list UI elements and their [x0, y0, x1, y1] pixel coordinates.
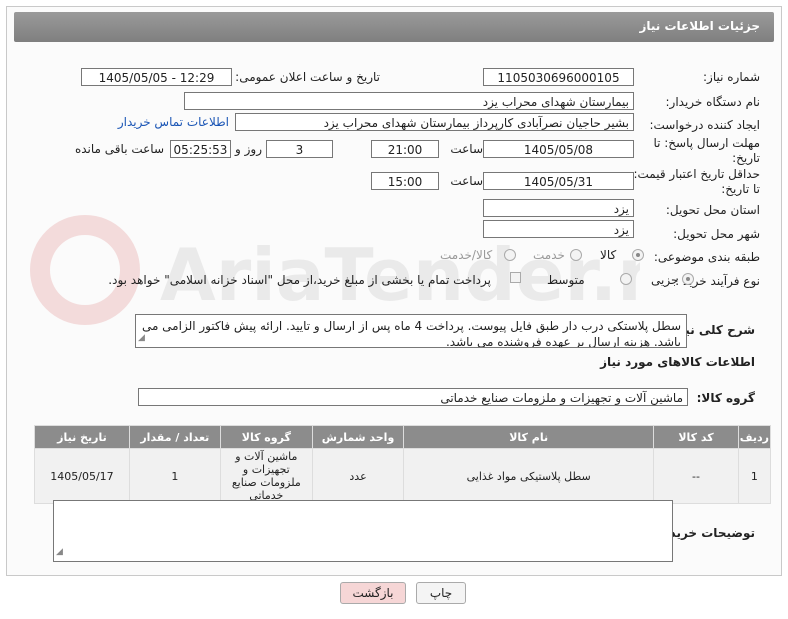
category-label: طبقه بندی موضوعی: — [653, 250, 760, 264]
col-unit: واحد شمارش — [311, 425, 405, 449]
requester-field: بشیر حاجیان نصرآبادی کارپرداز بیمارستان … — [235, 113, 634, 131]
price-validity-time-label: ساعت — [450, 174, 483, 188]
category-radio-goods[interactable] — [632, 249, 644, 261]
back-button[interactable]: بازگشت — [340, 582, 406, 604]
buyer-org-label: نام دستگاه خریدار: — [665, 95, 761, 109]
deadline-time-label: ساعت — [450, 142, 483, 156]
treasury-payment-note: پرداخت تمام یا بخشی از مبلغ خرید،از محل … — [108, 273, 491, 287]
items-table: ردیف کد کالا نام کالا واحد شمارش گروه کا… — [34, 425, 772, 504]
remaining-time-label: ساعت باقی مانده — [74, 142, 164, 156]
category-option-goods: کالا — [600, 248, 617, 262]
resize-handle-icon[interactable]: ◢ — [56, 544, 63, 560]
price-validity-label: حداقل تاریخ اعتبار قیمت: تا تاریخ: — [633, 167, 760, 197]
goods-info-title: اطلاعات کالاهای مورد نیاز — [600, 355, 755, 369]
col-row-number: ردیف — [737, 425, 772, 449]
description-text: سطل پلاستکی درب دار طبق فایل پیوست. پردا… — [141, 319, 681, 348]
col-quantity: تعداد / مقدار — [128, 425, 221, 449]
deadline-label: مهلت ارسال پاسخ: تا تاریخ: — [653, 136, 760, 166]
province-label: استان محل تحویل: — [665, 203, 760, 217]
province-field: یزد — [483, 199, 634, 217]
deadline-label-line2: تاریخ: — [732, 151, 760, 165]
deadline-days-label: روز و — [235, 142, 262, 156]
price-validity-date-field: 1405/05/31 — [483, 172, 634, 190]
cell-need-date: 1405/05/17 — [34, 448, 130, 504]
cell-unit: عدد — [311, 448, 405, 504]
process-radio-minor[interactable] — [682, 273, 694, 285]
description-textarea[interactable]: سطل پلاستکی درب دار طبق فایل پیوست. پردا… — [135, 314, 687, 348]
category-option-goods-service: کالا/خدمت — [440, 248, 493, 262]
price-validity-label-line2: تا تاریخ: — [721, 182, 760, 196]
price-validity-label-line1: حداقل تاریخ اعتبار قیمت: — [633, 167, 760, 181]
col-item-name: نام کالا — [403, 425, 655, 449]
buyer-notes-textarea[interactable]: ◢ — [53, 500, 673, 562]
category-radio-goods-service[interactable] — [504, 249, 516, 261]
price-validity-time-field: 15:00 — [371, 172, 439, 190]
process-option-minor: جزیی — [651, 273, 679, 287]
cell-item-name: سطل پلاستیکی مواد غذایی — [403, 448, 655, 504]
col-goods-group: گروه کالا — [219, 425, 313, 449]
treasury-payment-checkbox[interactable] — [510, 272, 521, 283]
city-label: شهر محل تحویل: — [673, 227, 760, 241]
need-number-field: 1105030696000105 — [483, 68, 634, 86]
buyer-org-field: بیمارستان شهدای محراب یزد — [184, 92, 634, 110]
cell-item-code: -- — [653, 448, 739, 504]
table-row: 1 -- سطل پلاستیکی مواد غذایی عدد ماشین آ… — [34, 448, 772, 504]
category-option-service: خدمت — [533, 248, 565, 262]
process-radio-medium[interactable] — [620, 273, 632, 285]
goods-group-field: ماشین آلات و تجهیزات و ملزومات صنایع خدم… — [138, 388, 688, 406]
goods-group-label: گروه کالا: — [696, 391, 755, 405]
buyer-contact-link[interactable]: اطلاعات تماس خریدار — [118, 115, 229, 129]
col-item-code: کد کالا — [653, 425, 739, 449]
cell-row-number: 1 — [737, 448, 772, 504]
print-button[interactable]: چاپ — [416, 582, 466, 604]
resize-handle-icon[interactable]: ◢ — [138, 330, 145, 346]
requester-label: ایجاد کننده درخواست: — [649, 118, 760, 132]
deadline-days-field: 3 — [266, 140, 333, 158]
deadline-date-field: 1405/05/08 — [483, 140, 634, 158]
process-option-medium: متوسط — [547, 273, 585, 287]
page-header: جزئیات اطلاعات نیاز — [14, 12, 774, 42]
cell-goods-group: ماشین آلات و تجهیزات و ملزومات صنایع خدم… — [219, 448, 313, 504]
col-need-date: تاریخ نیاز — [34, 425, 130, 449]
need-number-label: شماره نیاز: — [703, 70, 760, 84]
remaining-time-field: 05:25:53 — [170, 140, 231, 158]
announce-date-label: تاریخ و ساعت اعلان عمومی: — [235, 70, 380, 84]
announce-date-field: 1405/05/05 - 12:29 — [81, 68, 232, 86]
deadline-label-line1: مهلت ارسال پاسخ: تا — [653, 136, 760, 150]
cell-quantity: 1 — [128, 448, 221, 504]
deadline-time-field: 21:00 — [371, 140, 439, 158]
city-field: یزد — [483, 220, 634, 238]
category-radio-service[interactable] — [570, 249, 582, 261]
table-header-row: ردیف کد کالا نام کالا واحد شمارش گروه کا… — [34, 425, 772, 449]
page-title: جزئیات اطلاعات نیاز — [639, 19, 760, 33]
